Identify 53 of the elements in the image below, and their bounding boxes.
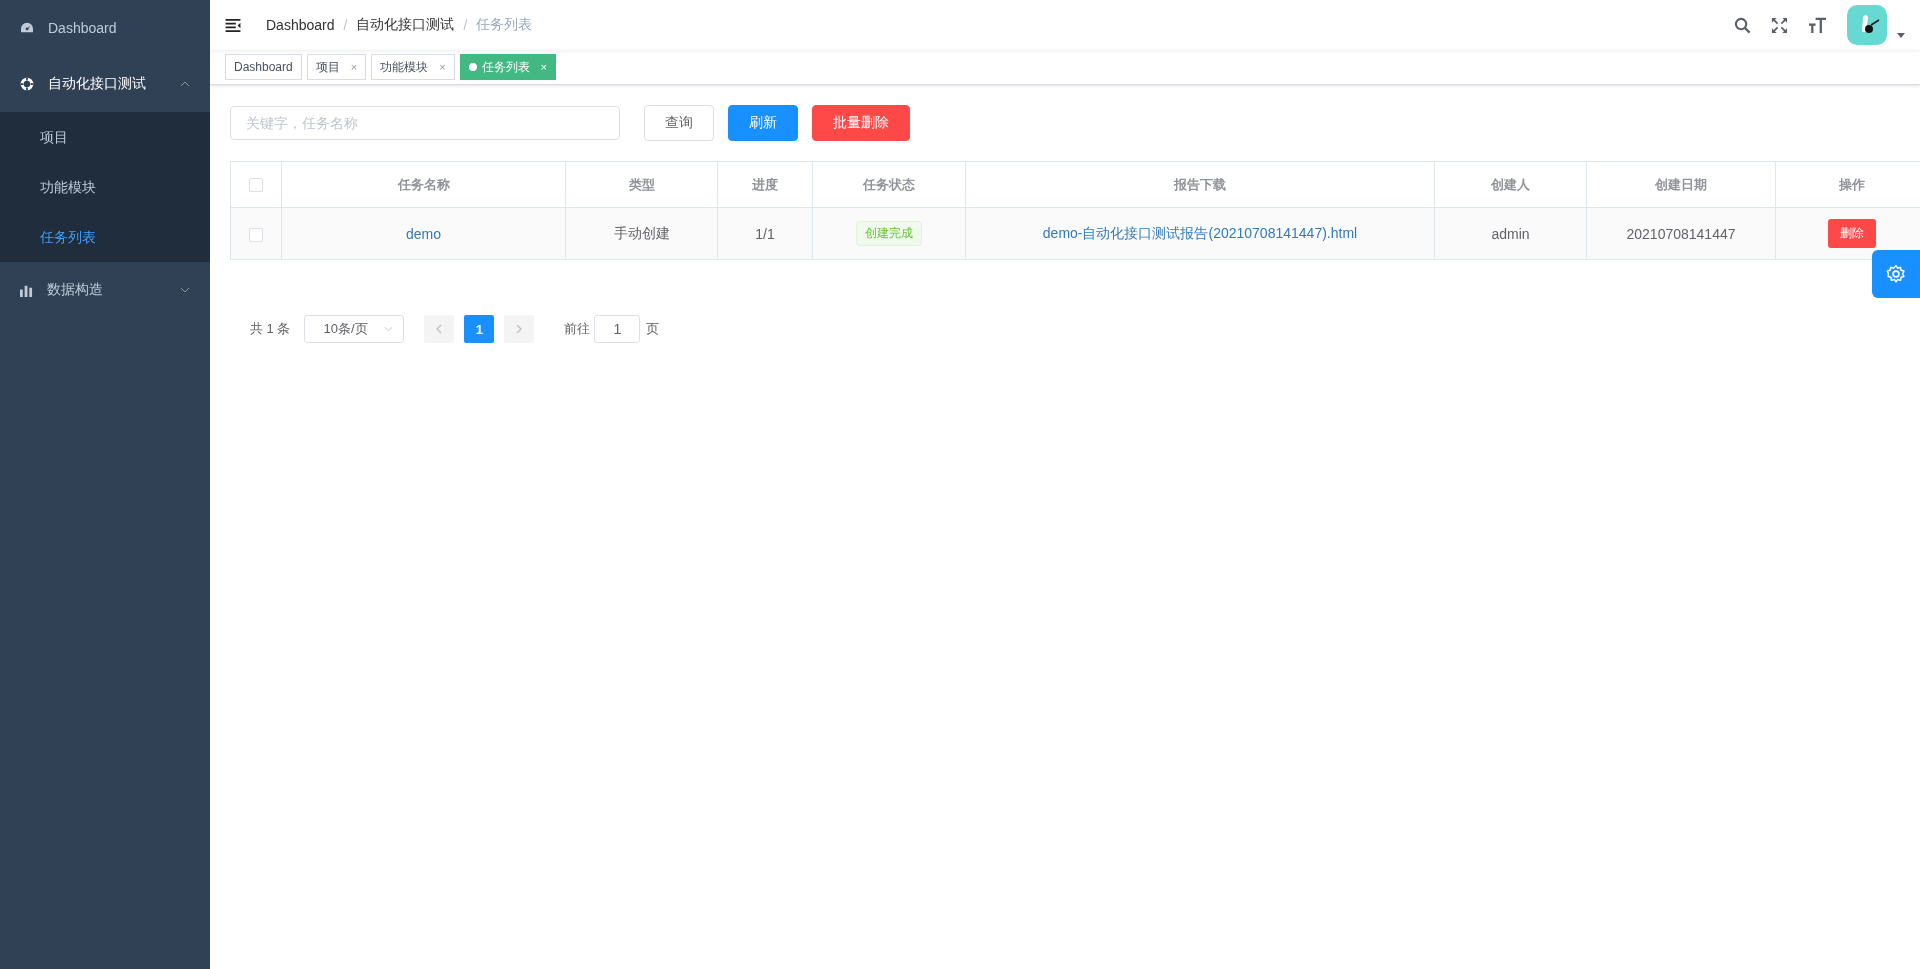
checkbox[interactable] <box>249 227 263 242</box>
submenu-item[interactable]: 任务列表 <box>0 212 210 262</box>
bar-chart-icon <box>20 283 33 297</box>
submenu-item[interactable]: 功能模块 <box>0 162 210 212</box>
gauge-icon <box>20 22 34 34</box>
column-header: 创建日期 <box>1586 161 1776 208</box>
settings-icon <box>1886 264 1906 284</box>
breadcrumb-item[interactable]: 自动化接口测试 <box>356 16 455 34</box>
chevron-down-icon <box>384 326 394 332</box>
menu-item[interactable]: Dashboard <box>0 0 210 56</box>
page-input[interactable]: 1 <box>594 315 641 343</box>
task-name-link[interactable]: demo <box>406 225 441 242</box>
fullscreen-icon[interactable] <box>1771 16 1788 34</box>
submenu-item[interactable]: 项目 <box>0 112 210 162</box>
breadcrumb-separator: / <box>463 17 468 33</box>
column-header: 创建人 <box>1434 161 1587 208</box>
table-cell: 1/1 <box>717 207 813 260</box>
query-button[interactable]: 查询 <box>644 105 714 141</box>
page-size-select[interactable]: 10条/页 <box>304 315 405 343</box>
menu-item[interactable]: 数据构造 <box>0 262 210 318</box>
chevron-right-icon <box>516 324 523 334</box>
tab[interactable]: 功能模块 × <box>371 54 455 80</box>
goto-label: 前往 <box>564 320 591 338</box>
page-suffix: 页 <box>646 320 660 338</box>
delete-button[interactable]: 批量删除 <box>812 105 910 141</box>
column-header: 任务名称 <box>281 161 566 208</box>
table-cell: admin <box>1434 207 1587 260</box>
table-cell: 20210708141447 <box>1586 207 1776 260</box>
total-count: 共 1 条 <box>250 320 291 338</box>
settings-button[interactable] <box>1872 250 1920 298</box>
tab[interactable]: Dashboard <box>225 54 302 80</box>
menu-icon[interactable] <box>225 18 241 32</box>
avatar-image[interactable] <box>1847 5 1887 45</box>
column-header: 任务状态 <box>812 161 966 208</box>
text-size-icon[interactable] <box>1808 16 1827 34</box>
menu-item[interactable]: 自动化接口测试 <box>0 56 210 112</box>
breadcrumb-separator: / <box>343 17 348 33</box>
table-cell: 手动创建 <box>565 207 718 260</box>
lifebuoy-icon <box>20 77 34 91</box>
breadcrumb-item[interactable]: Dashboard <box>266 17 335 33</box>
chevron-left-icon <box>436 324 443 334</box>
breadcrumb-item: 任务列表 <box>476 16 533 34</box>
status-tag: 创建完成 <box>856 221 922 246</box>
checkbox[interactable] <box>249 178 263 193</box>
tab[interactable]: 项目 × <box>306 54 367 80</box>
search-icon[interactable] <box>1734 16 1751 34</box>
column-header: 报告下载 <box>965 161 1435 208</box>
column-header: 进度 <box>717 161 813 208</box>
delete-button[interactable]: 删除 <box>1827 219 1876 248</box>
column-header: 类型 <box>565 161 718 208</box>
caret-down-icon[interactable] <box>1897 32 1905 38</box>
column-header: 操作 <box>1775 161 1920 208</box>
search-field[interactable]: 关键字，任务名称 <box>230 106 620 140</box>
